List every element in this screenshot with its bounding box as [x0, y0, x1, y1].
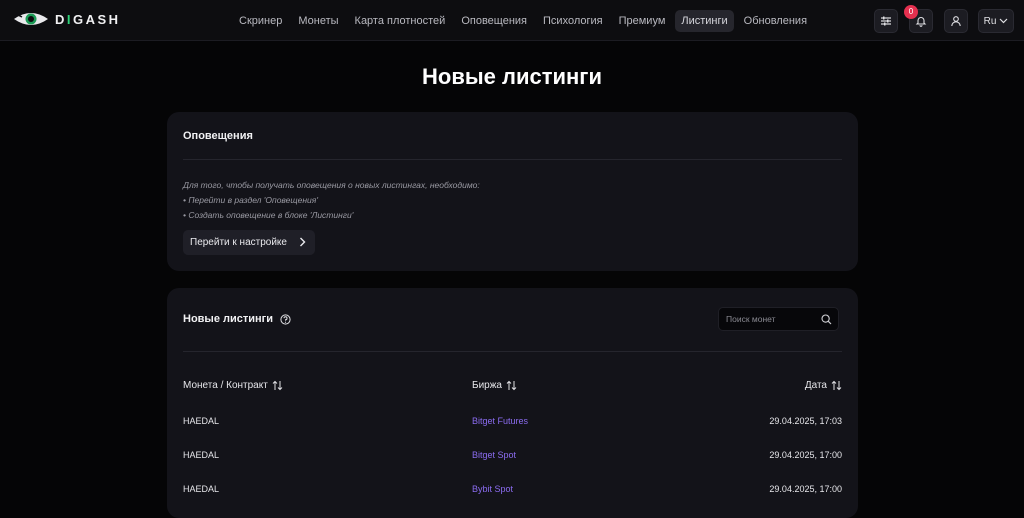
divider	[183, 159, 842, 160]
alerts-notice: Для того, чтобы получать оповещения о но…	[183, 178, 480, 223]
alerts-card-title: Оповещения	[183, 130, 253, 142]
table-row[interactable]: HAEDAL Bitget Spot 29.04.2025, 17:00	[183, 450, 842, 470]
table-row[interactable]: HAEDAL Bitget Futures 29.04.2025, 17:03	[183, 416, 842, 436]
page-title: Новые листинги	[422, 64, 602, 89]
search-icon[interactable]	[821, 314, 832, 325]
sort-icon[interactable]	[272, 380, 283, 391]
user-icon	[951, 16, 961, 27]
logo[interactable]: DIGASH	[13, 10, 121, 28]
search-input[interactable]	[726, 312, 816, 326]
nav-item-updates[interactable]: Обновления	[738, 10, 813, 32]
main-nav: Скринер Монеты Карта плотностей Оповещен…	[233, 10, 817, 32]
date-cell: 29.04.2025, 17:03	[769, 416, 842, 426]
column-header-date[interactable]: Дата	[805, 380, 842, 391]
divider	[183, 351, 842, 352]
exchange-link[interactable]: Bybit Spot	[472, 484, 513, 494]
notice-line: Для того, чтобы получать оповещения о но…	[183, 180, 480, 190]
column-header-exchange-label: Биржа	[472, 380, 502, 391]
nav-item-premium[interactable]: Премиум	[613, 10, 672, 32]
exchange-link[interactable]: Bitget Spot	[472, 450, 516, 460]
coin-search[interactable]	[718, 307, 839, 331]
sort-icon[interactable]	[831, 380, 842, 391]
table-row[interactable]: HAEDAL Bybit Spot 29.04.2025, 17:00	[183, 484, 842, 504]
nav-item-screener[interactable]: Скринер	[233, 10, 288, 32]
coin-cell: HAEDAL	[183, 416, 220, 426]
column-header-coin-label: Монета / Контракт	[183, 380, 268, 391]
filters-button[interactable]	[874, 9, 898, 33]
listings-title-text: Новые листинги	[183, 313, 273, 325]
chevron-right-icon	[300, 237, 306, 247]
notice-line: • Перейти в раздел 'Оповещения'	[183, 195, 318, 205]
nav-item-density-map[interactable]: Карта плотностей	[349, 10, 452, 32]
exchange-link[interactable]: Bitget Futures	[472, 416, 528, 426]
nav-item-listings[interactable]: Листинги	[675, 10, 734, 32]
go-to-settings-button[interactable]: Перейти к настройке	[183, 230, 315, 255]
go-to-settings-label: Перейти к настройке	[190, 237, 287, 248]
sliders-icon	[881, 16, 891, 26]
column-header-coin[interactable]: Монета / Контракт	[183, 380, 283, 391]
sort-icon[interactable]	[506, 380, 517, 391]
language-label: Ru	[983, 15, 997, 27]
coin-cell: HAEDAL	[183, 450, 220, 460]
column-header-date-label: Дата	[804, 380, 827, 391]
notice-line: • Создать оповещение в блоке 'Листинги'	[183, 210, 354, 220]
coin-cell: HAEDAL	[183, 484, 220, 494]
logo-text: DIGASH	[55, 11, 121, 27]
chevron-down-icon	[999, 18, 1008, 24]
listings-card-title: Новые листинги	[183, 313, 291, 325]
help-icon[interactable]	[280, 313, 291, 325]
profile-button[interactable]	[944, 9, 968, 33]
eye-logo-icon	[14, 13, 48, 25]
date-cell: 29.04.2025, 17:00	[769, 450, 842, 460]
alerts-card: Оповещения Для того, чтобы получать опов…	[167, 112, 858, 271]
listings-card: Новые листинги Монета / Контракт Биржа Д…	[167, 288, 858, 518]
nav-item-alerts[interactable]: Оповещения	[455, 10, 533, 32]
top-navigation-bar: DIGASH Скринер Монеты Карта плотностей О…	[0, 0, 1024, 41]
notification-count-badge: 0	[904, 5, 918, 19]
bell-icon	[915, 17, 927, 27]
column-header-exchange[interactable]: Биржа	[472, 380, 517, 391]
date-cell: 29.04.2025, 17:00	[769, 484, 842, 494]
nav-item-coins[interactable]: Монеты	[292, 10, 344, 32]
language-selector[interactable]: Ru	[978, 9, 1014, 33]
nav-item-psychology[interactable]: Психология	[537, 10, 609, 32]
